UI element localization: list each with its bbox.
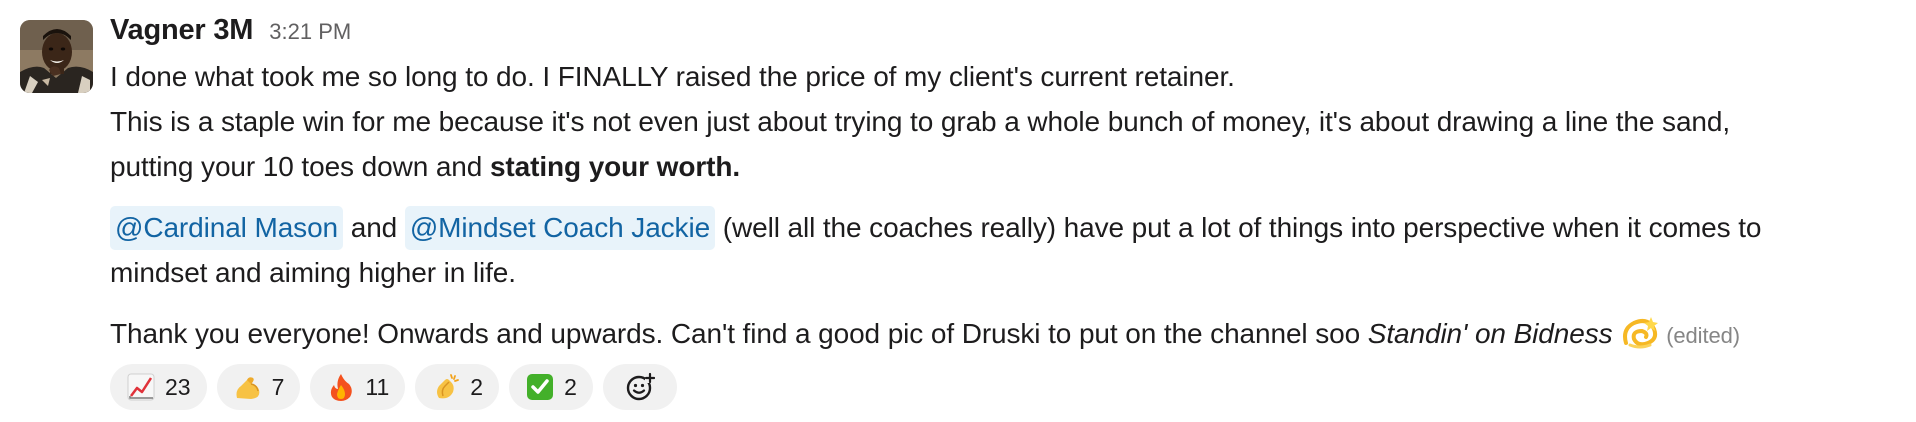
reaction-count: 7: [271, 373, 285, 400]
message-line-5: mindset and aiming higher in life.: [110, 257, 516, 288]
message-line-1: I done what took me so long to do. I FIN…: [110, 61, 1235, 92]
message-line-3: putting your 10 toes down and stating yo…: [110, 144, 1900, 189]
bold-text: stating your worth.: [489, 151, 741, 182]
clapping-hands-icon: [431, 372, 461, 402]
message-timestamp[interactable]: 3:21 PM: [269, 19, 351, 45]
reactions-bar: 23 7 11 2 2: [110, 364, 1900, 410]
message-line-4: @Cardinal Mason and @Mindset Coach Jacki…: [110, 205, 1900, 250]
line3-text: putting your 10 toes down and: [110, 151, 490, 182]
check-mark-button-icon: [525, 372, 555, 402]
avatar[interactable]: [20, 20, 93, 93]
message-line-2: This is a staple win for me because it's…: [110, 106, 1731, 137]
reaction-count: 11: [365, 373, 390, 400]
italic-text: Standin' on Bidness: [1367, 318, 1613, 349]
line6-text: Thank you everyone! Onwards and upwards.…: [110, 318, 1368, 349]
message-line-6: Thank you everyone! Onwards and upwards.…: [110, 311, 1900, 358]
reaction-clapping-hands[interactable]: 2: [415, 364, 500, 410]
message-content: Vagner 3M 3:21 PM I done what took me so…: [110, 14, 1900, 410]
reaction-chart-increasing[interactable]: 23: [110, 364, 207, 410]
fire-icon: [326, 372, 356, 402]
author-name[interactable]: Vagner 3M: [110, 14, 253, 47]
message: Vagner 3M 3:21 PM I done what took me so…: [0, 0, 1916, 422]
dizzy-emoji: [1620, 315, 1660, 351]
edited-label: (edited): [1666, 323, 1740, 348]
add-reaction-button[interactable]: [602, 364, 677, 410]
reaction-check-mark-button[interactable]: 2: [509, 364, 593, 410]
flexed-biceps-icon: [233, 372, 263, 402]
line4-text: (well all the coaches really) have put a…: [722, 212, 1762, 243]
reaction-flexed-biceps[interactable]: 7: [216, 364, 301, 410]
reaction-fire[interactable]: 11: [310, 364, 406, 410]
and-text: and: [350, 212, 398, 243]
add-emoji-icon: [625, 372, 655, 402]
message-header: Vagner 3M 3:21 PM: [110, 14, 1900, 54]
chart-increasing-icon: [126, 372, 156, 402]
reaction-count: 23: [165, 373, 191, 400]
reaction-count: 2: [564, 373, 577, 400]
reaction-count: 2: [470, 373, 484, 400]
mention-mindset-coach-jackie[interactable]: @Mindset Coach Jackie: [404, 206, 716, 250]
mention-cardinal-mason[interactable]: @Cardinal Mason: [110, 206, 344, 250]
